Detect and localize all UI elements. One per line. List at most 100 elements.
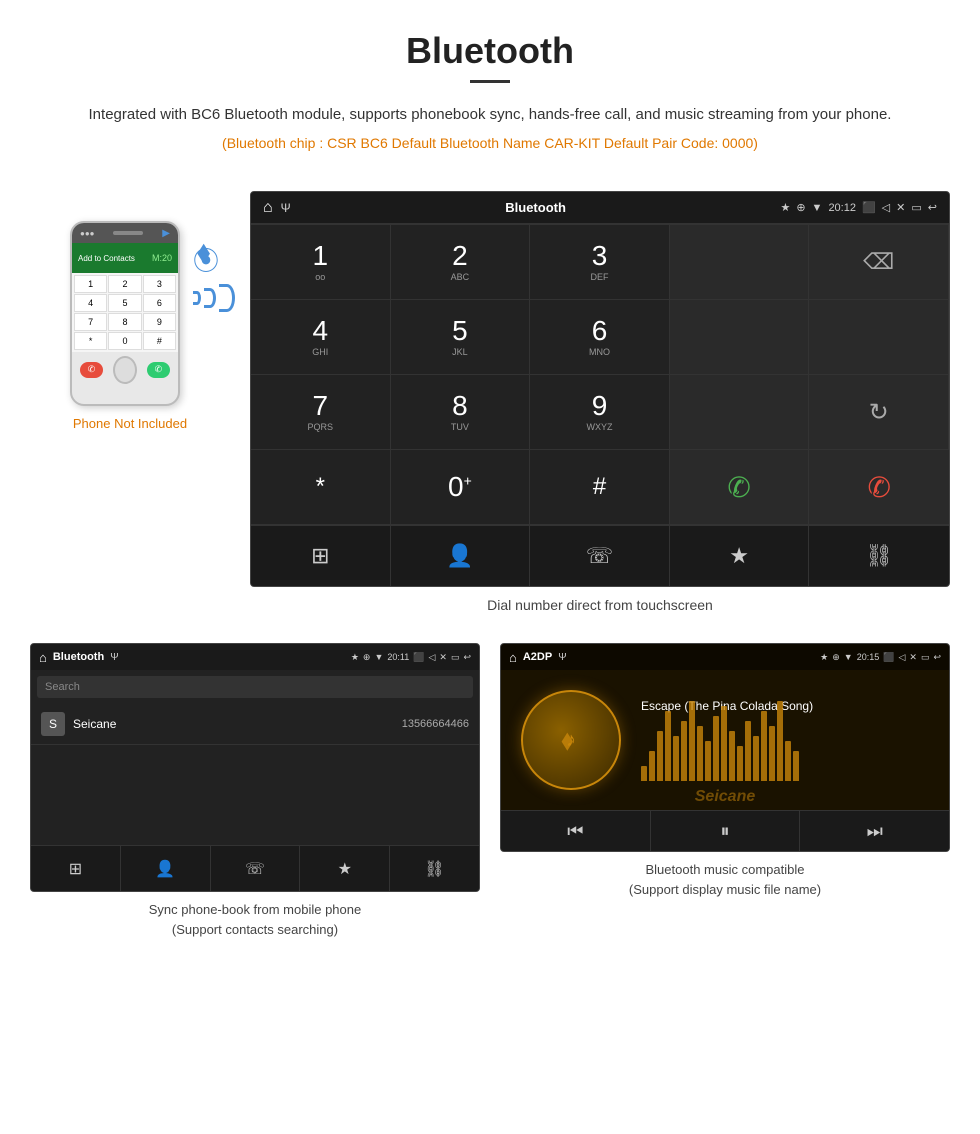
pb-usb-icon: Ψ <box>110 652 118 663</box>
eq-bar <box>697 726 703 781</box>
dial-key-9[interactable]: 9 WXYZ <box>530 375 670 450</box>
dial-key-5[interactable]: 5 JKL <box>391 300 531 375</box>
dial-toolbar: ⊞ 👤 ☏ ★ ⛓ <box>251 525 949 586</box>
pb-close-icon: ✕ <box>439 652 447 663</box>
phone-key-8: 8 <box>108 313 141 331</box>
dial-screen: ⌂ Ψ Bluetooth ★ ⊕ ▼ 20:12 ⬛ ◁ ✕ ▭ ↩ <box>250 191 950 633</box>
phone-screen: Add to Contacts M:20 <box>72 243 178 273</box>
dial-key-6[interactable]: 6 MNO <box>530 300 670 375</box>
home-icon[interactable]: ⌂ <box>263 199 273 217</box>
dial-empty-4 <box>670 375 810 450</box>
eq-bars <box>641 721 929 781</box>
pb-tb-calls[interactable]: ☏ <box>211 846 301 891</box>
music-loc-icon: ⊕ <box>832 652 840 663</box>
phone-key-1: 1 <box>74 275 107 293</box>
bt-status-icon: ★ <box>780 201 790 214</box>
dial-backspace-cell[interactable]: ⌫ <box>809 225 949 300</box>
music-info: Escape (The Pina Colada Song) <box>641 699 929 781</box>
music-body: ♪ ⬧ Escape (The Pina Colada Song) <box>501 670 949 810</box>
music-screenshot-item: ⌂ A2DP Ψ ★ ⊕ ▼ 20:15 ⬛ ◁ ✕ ▭ ↩ <box>500 643 950 939</box>
status-left: ⌂ Ψ <box>263 199 291 217</box>
toolbar-bluetooth-btn[interactable]: ★ <box>670 526 810 586</box>
dial-call-cell[interactable]: ✆ <box>670 450 810 525</box>
music-next-btn[interactable]: ⏭ <box>800 811 949 851</box>
music-close-icon: ✕ <box>909 652 917 663</box>
music-caption-line2: (Support display music file name) <box>629 882 821 897</box>
pb-tb-contacts[interactable]: 👤 <box>121 846 211 891</box>
music-win-icon: ▭ <box>921 652 930 663</box>
phone-end-btn: ✆ <box>80 362 103 378</box>
dial-key-7[interactable]: 7 PQRS <box>251 375 391 450</box>
dial-key-3[interactable]: 3 DEF <box>530 225 670 300</box>
pb-tb-bt[interactable]: ★ <box>300 846 390 891</box>
phone-bottom: ✆ ✆ <box>72 352 178 387</box>
eq-bar <box>705 741 711 781</box>
pb-vol-icon: ◁ <box>428 652 435 663</box>
pb-sig-icon: ▼ <box>374 652 383 662</box>
pb-tb-dialpad[interactable]: ⊞ <box>31 846 121 891</box>
eq-bar <box>745 721 751 781</box>
eq-bar <box>657 731 663 781</box>
phone-screen-text: Add to Contacts <box>78 254 135 263</box>
dial-key-2[interactable]: 2 ABC <box>391 225 531 300</box>
eq-bar <box>785 741 791 781</box>
music-prev-btn[interactable]: ⏮ <box>501 811 651 851</box>
time-display: 20:12 <box>828 202 856 214</box>
dial-key-0[interactable]: 0+ <box>391 450 531 525</box>
toolbar-contacts-btn[interactable]: 👤 <box>391 526 531 586</box>
pb-avatar-letter: S <box>49 717 57 731</box>
screen-container: ⌂ Ψ Bluetooth ★ ⊕ ▼ 20:12 ⬛ ◁ ✕ ▭ ↩ <box>250 191 950 587</box>
bluetooth-info: (Bluetooth chip : CSR BC6 Default Blueto… <box>60 135 920 151</box>
music-caption: Bluetooth music compatible (Support disp… <box>500 860 950 899</box>
phonebook-caption: Sync phone-book from mobile phone (Suppo… <box>30 900 480 939</box>
dial-key-4[interactable]: 4 GHI <box>251 300 391 375</box>
title-divider <box>470 80 510 83</box>
pb-contact-number: 13566664466 <box>402 718 469 730</box>
phone-illustration: ⦿ ⬧ ●●● ▶ Add to Contacts M:20 <box>70 221 190 406</box>
dial-empty-1 <box>670 225 810 300</box>
eq-bar <box>641 766 647 781</box>
pb-home-icon[interactable]: ⌂ <box>39 650 47 665</box>
eq-bar <box>665 711 671 781</box>
dial-key-1[interactable]: 1 oo <box>251 225 391 300</box>
pb-search-bar[interactable]: Search <box>37 676 473 698</box>
eq-bar <box>721 706 727 781</box>
music-caption-line1: Bluetooth music compatible <box>646 862 805 877</box>
usb-icon: Ψ <box>281 201 291 215</box>
eq-bar <box>777 701 783 781</box>
dial-key-star[interactable]: * <box>251 450 391 525</box>
music-play-btn[interactable]: ⏸ <box>651 811 801 851</box>
pb-tb-link[interactable]: ⛓ <box>390 846 479 891</box>
toolbar-dialpad-btn[interactable]: ⊞ <box>251 526 391 586</box>
music-controls: ⏮ ⏸ ⏭ <box>501 810 949 851</box>
dial-key-8[interactable]: 8 TUV <box>391 375 531 450</box>
music-bt-icon: ★ <box>820 652 828 663</box>
pb-status-left: ⌂ Bluetooth Ψ <box>39 650 119 665</box>
dial-key-hash[interactable]: # <box>530 450 670 525</box>
music-song-title: Escape (The Pina Colada Song) <box>641 699 929 713</box>
music-back-icon[interactable]: ↩ <box>933 652 941 663</box>
pb-contact-name: Seicane <box>73 717 402 731</box>
phonebook-caption-line2: (Support contacts searching) <box>172 922 338 937</box>
toolbar-link-btn[interactable]: ⛓ <box>809 526 949 586</box>
phonebook-caption-line1: Sync phone-book from mobile phone <box>149 902 361 917</box>
pb-empty-space <box>31 745 479 845</box>
back-icon[interactable]: ↩ <box>928 201 937 214</box>
pb-contact-row[interactable]: S Seicane 13566664466 <box>31 704 479 745</box>
toolbar-call-log-btn[interactable]: ☏ <box>530 526 670 586</box>
phone-not-included-label: Phone Not Included <box>73 416 187 431</box>
pb-cam-icon: ⬛ <box>413 652 424 663</box>
status-bar: ⌂ Ψ Bluetooth ★ ⊕ ▼ 20:12 ⬛ ◁ ✕ ▭ ↩ <box>251 192 949 224</box>
music-bt-overlay: ⬧ <box>561 724 574 757</box>
pb-search-placeholder: Search <box>45 681 80 693</box>
music-home-icon[interactable]: ⌂ <box>509 650 517 665</box>
dial-refresh-cell[interactable]: ↻ <box>809 375 949 450</box>
page-title: Bluetooth <box>60 30 920 72</box>
phone-key-star: * <box>74 332 107 350</box>
pb-back-icon[interactable]: ↩ <box>463 652 471 663</box>
music-vol-icon: ◁ <box>898 652 905 663</box>
pb-status-right: ★ ⊕ ▼ 20:11 ⬛ ◁ ✕ ▭ ↩ <box>351 652 471 663</box>
phone-key-4: 4 <box>74 294 107 312</box>
page-description: Integrated with BC6 Bluetooth module, su… <box>60 103 920 127</box>
dial-end-cell[interactable]: ✆ <box>809 450 949 525</box>
